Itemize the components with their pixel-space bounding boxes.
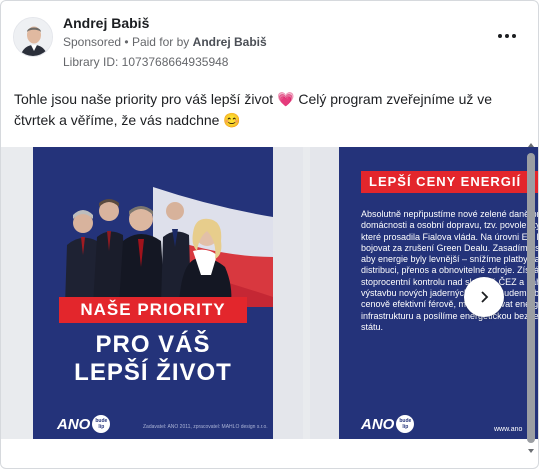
ano-logo-text: ANO xyxy=(57,415,91,433)
ano-logo-text: ANO xyxy=(361,415,395,433)
badge-bottom: líp xyxy=(402,424,409,430)
scrollbar-thumb[interactable] xyxy=(527,153,535,443)
ano-logo: ANO bude líp xyxy=(361,415,415,433)
scroll-down-arrow-icon[interactable] xyxy=(527,447,535,455)
scroll-up-arrow-icon[interactable] xyxy=(527,141,535,149)
sponsored-line: Sponsored • Paid for by Andrej Babiš xyxy=(63,35,267,49)
priority-banner: NAŠE PRIORITY xyxy=(59,297,247,323)
energy-text: Absolutně nepřipustíme nové zelené daně … xyxy=(361,209,539,332)
more-dot xyxy=(512,34,516,38)
energy-banner: LEPŠÍ CENY ENERGIÍ xyxy=(361,171,538,193)
ano-logo: ANO bude líp xyxy=(57,415,111,433)
website-url: www.ano xyxy=(494,426,523,433)
more-options-button[interactable] xyxy=(496,31,518,41)
advertiser-name[interactable]: Andrej Babiš xyxy=(63,15,149,31)
ano-logo-badge: bude líp xyxy=(396,415,415,433)
image-carousel[interactable]: NAŠE PRIORITY PRO VÁŠ LEPŠÍ ŽIVOT ANO bu… xyxy=(1,147,539,439)
paid-for-name: Andrej Babiš xyxy=(192,35,267,49)
sponsored-label: Sponsored xyxy=(63,35,122,49)
ad-header: Andrej Babiš Sponsored • Paid for by And… xyxy=(13,13,528,73)
ad-card: Andrej Babiš Sponsored • Paid for by And… xyxy=(0,0,539,469)
carousel-gap xyxy=(273,147,303,439)
ano-logo-badge: bude líp xyxy=(92,415,111,433)
post-text: Tohle jsou naše priority pro váš lepší ž… xyxy=(14,91,493,128)
vertical-scrollbar[interactable] xyxy=(526,141,536,461)
chevron-right-icon xyxy=(481,291,489,303)
avatar[interactable] xyxy=(13,17,53,57)
library-id: Library ID: 1073768664935948 xyxy=(63,55,229,69)
slogan-line-2: LEPŠÍ ŽIVOT xyxy=(74,359,232,386)
paid-for-label: Paid for by xyxy=(131,35,190,49)
more-horizontal-icon xyxy=(498,34,502,38)
carousel-gap xyxy=(310,147,339,439)
more-dot xyxy=(505,34,509,38)
politicians-photo xyxy=(65,199,232,305)
slogan-line-1: PRO VÁŠ xyxy=(95,331,211,358)
disclaimer-text: Zadavatel: ANO 2011, zpracovatel: MAHLO … xyxy=(143,424,268,430)
carousel-slide-2[interactable]: LEPŠÍ CENY ENERGIÍ Absolutně nepřipustím… xyxy=(339,147,539,439)
carousel-slide-1[interactable]: NAŠE PRIORITY PRO VÁŠ LEPŠÍ ŽIVOT ANO bu… xyxy=(33,147,273,439)
carousel-next-button[interactable] xyxy=(464,277,504,317)
separator-dot: • xyxy=(124,35,129,49)
badge-bottom: líp xyxy=(98,424,105,430)
